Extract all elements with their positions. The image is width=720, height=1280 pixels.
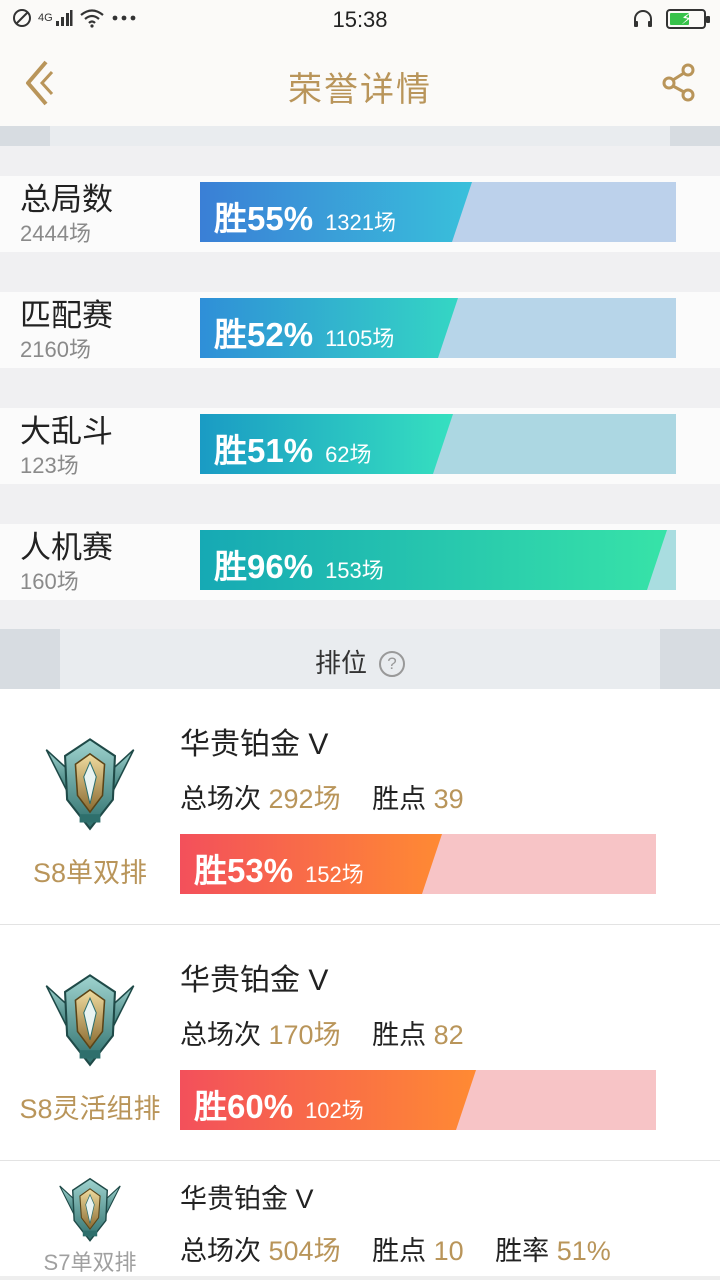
win-rate-bar: 胜52% 1105场 <box>200 298 676 358</box>
win-games: 1105场 <box>325 326 395 351</box>
points-value: 39 <box>433 784 464 814</box>
win-rate-bar: 胜53% 152场 <box>180 834 656 894</box>
rate-value: 51% <box>556 1236 611 1266</box>
stat-name: 人机赛 <box>20 530 113 565</box>
share-icon[interactable] <box>660 62 700 102</box>
queue-label: S8单双排 <box>32 858 148 888</box>
stat-row-aram[interactable]: 大乱斗 123场 胜51% 62场 <box>0 408 720 484</box>
points-label: 胜点 <box>372 1020 427 1050</box>
win-games: 1321场 <box>325 210 397 235</box>
rank-stats-line: 总场次 504场 胜点 10 胜率 51% <box>180 1229 611 1268</box>
stat-name: 总局数 <box>20 182 113 217</box>
win-rate-label: 胜52% <box>214 316 314 353</box>
stat-count: 2444场 <box>20 221 91 246</box>
ranked-title: 排位 <box>314 648 367 678</box>
points-label: 胜点 <box>372 784 427 814</box>
rank-card-s8-flex[interactable]: S8灵活组排 华贵铂金 V 总场次 170场 胜点 82 胜60% 102场 <box>0 925 720 1160</box>
charging-icon: ⚡ <box>681 11 693 28</box>
win-rate-label: 胜96% <box>214 548 314 585</box>
points-value: 10 <box>433 1236 464 1266</box>
tier-name: 华贵铂金 V <box>180 728 329 761</box>
win-rate-label: 胜60% <box>194 1088 294 1125</box>
total-label: 总场次 <box>180 784 261 814</box>
win-games: 102场 <box>305 1098 364 1123</box>
stat-count: 160场 <box>20 569 79 594</box>
win-rate-bar: 胜55% 1321场 <box>200 182 676 242</box>
points-value: 82 <box>433 1020 464 1050</box>
win-games: 153场 <box>325 558 384 583</box>
help-icon[interactable]: ? <box>379 651 405 677</box>
platinum-rank-icon <box>38 731 142 835</box>
total-value: 504场 <box>268 1236 341 1266</box>
rank-stats-line: 总场次 170场 胜点 82 <box>180 1013 464 1052</box>
headset-icon <box>634 10 652 27</box>
section-header-collapsed <box>0 126 720 146</box>
win-games: 62场 <box>325 442 372 467</box>
battery-icon: ⚡ <box>666 9 710 29</box>
win-rate-label: 胜51% <box>214 432 314 469</box>
tier-name: 华贵铂金 V <box>180 964 329 997</box>
win-rate-bar: 胜60% 102场 <box>180 1070 656 1130</box>
total-value: 170场 <box>268 1020 341 1050</box>
rank-stats-line: 总场次 292场 胜点 39 <box>180 777 464 816</box>
ranked-section-header: 排位? <box>0 629 720 689</box>
tier-name: 华贵铂金 V <box>180 1184 314 1214</box>
stat-name: 匹配赛 <box>20 298 113 333</box>
stat-name: 大乱斗 <box>20 414 113 449</box>
total-label: 总场次 <box>180 1020 261 1050</box>
platinum-rank-icon <box>54 1173 126 1245</box>
stat-row-match[interactable]: 匹配赛 2160场 胜52% 1105场 <box>0 292 720 368</box>
bottom-spacer <box>0 1276 720 1280</box>
win-games: 152场 <box>305 862 364 887</box>
rank-card-s7-solo[interactable]: S7单双排 华贵铂金 V 总场次 504场 胜点 10 胜率 51% <box>0 1161 720 1276</box>
nav-bar: 荣誉详情 <box>0 40 720 126</box>
queue-label: S7单双排 <box>43 1250 137 1275</box>
platinum-rank-icon <box>38 967 142 1071</box>
stat-row-total[interactable]: 总局数 2444场 胜55% 1321场 <box>0 176 720 252</box>
page-title: 荣誉详情 <box>288 71 432 109</box>
stat-row-bot[interactable]: 人机赛 160场 胜96% 153场 <box>0 524 720 600</box>
total-value: 292场 <box>268 784 341 814</box>
stat-count: 123场 <box>20 453 79 478</box>
ranked-section-title: 排位? <box>0 643 720 680</box>
status-right: ⚡ <box>632 8 710 30</box>
rate-label: 胜率 <box>495 1236 550 1266</box>
rank-card-s8-solo[interactable]: S8单双排 华贵铂金 V 总场次 292场 胜点 39 胜53% 152场 <box>0 689 720 924</box>
win-rate-bar: 胜96% 153场 <box>200 530 676 590</box>
clock: 15:38 <box>332 7 388 32</box>
win-rate-label: 胜55% <box>214 200 314 237</box>
points-label: 胜点 <box>372 1236 427 1266</box>
queue-label: S8灵活组排 <box>19 1094 161 1124</box>
win-rate-label: 胜53% <box>194 852 294 889</box>
total-label: 总场次 <box>180 1236 261 1266</box>
status-bar: 4G 15:38 ⚡ <box>0 0 720 40</box>
stat-count: 2160场 <box>20 337 91 362</box>
win-rate-bar: 胜51% 62场 <box>200 414 676 474</box>
